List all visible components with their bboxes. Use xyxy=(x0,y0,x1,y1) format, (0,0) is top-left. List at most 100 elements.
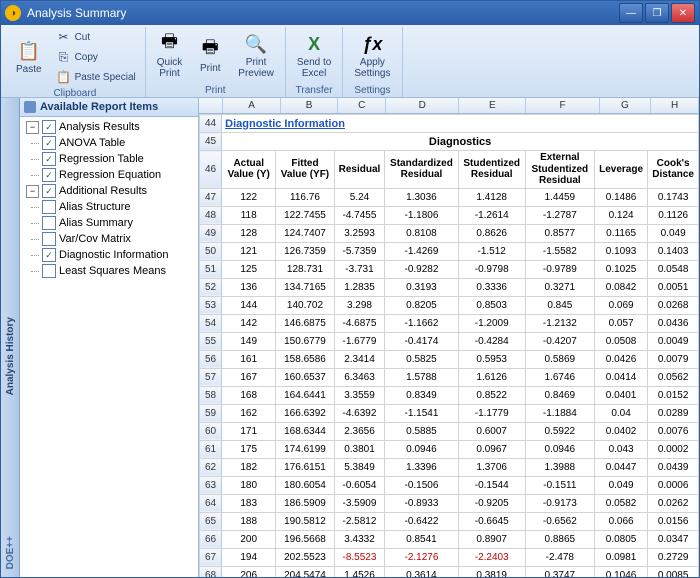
cell[interactable]: 2.3656 xyxy=(334,422,385,440)
print-button[interactable]: 🖶Print xyxy=(191,35,229,77)
cell[interactable]: Leverage xyxy=(594,151,647,189)
grid-body[interactable]: 44Diagnostic Information45Diagnostics46A… xyxy=(199,114,699,577)
checkbox[interactable]: ✓ xyxy=(42,120,56,134)
paste-special-button[interactable]: 📋Paste Special xyxy=(51,67,141,87)
cell[interactable]: 1.4459 xyxy=(525,188,594,206)
cell[interactable]: 3.2593 xyxy=(334,224,385,242)
cell[interactable]: 0.2729 xyxy=(648,548,699,566)
cell[interactable]: 0.5825 xyxy=(385,350,458,368)
row-header[interactable]: 51 xyxy=(200,260,222,278)
col-header[interactable]: B xyxy=(281,98,339,113)
cell[interactable]: 1.6126 xyxy=(458,368,525,386)
cell[interactable]: 0.0268 xyxy=(648,296,699,314)
cell[interactable]: 180.6054 xyxy=(276,476,334,494)
cell[interactable]: -1.5582 xyxy=(525,242,594,260)
col-header[interactable]: F xyxy=(526,98,599,113)
cell[interactable]: -1.1662 xyxy=(385,314,458,332)
cell[interactable]: 0.0085 xyxy=(648,566,699,577)
col-header[interactable]: A xyxy=(223,98,281,113)
cell[interactable]: 1.4128 xyxy=(458,188,525,206)
cell[interactable]: 171 xyxy=(222,422,276,440)
cell[interactable]: 0.0981 xyxy=(594,548,647,566)
checkbox[interactable] xyxy=(42,216,56,230)
cell[interactable]: -2.1276 xyxy=(385,548,458,566)
cell[interactable]: 164.6441 xyxy=(276,386,334,404)
cell[interactable]: 196.5668 xyxy=(276,530,334,548)
cell[interactable]: 1.3396 xyxy=(385,458,458,476)
cell[interactable]: 180 xyxy=(222,476,276,494)
row-header[interactable]: 52 xyxy=(200,278,222,296)
cell[interactable]: 0.0426 xyxy=(594,350,647,368)
cell[interactable]: 142 xyxy=(222,314,276,332)
cell[interactable]: 204.5474 xyxy=(276,566,334,577)
cell[interactable]: -0.4174 xyxy=(385,332,458,350)
checkbox[interactable]: ✓ xyxy=(42,152,56,166)
print-preview-button[interactable]: 🔍Print Preview xyxy=(231,29,281,82)
row-header[interactable]: 53 xyxy=(200,296,222,314)
cell[interactable]: -0.6562 xyxy=(525,512,594,530)
cell[interactable]: 134.7165 xyxy=(276,278,334,296)
cell[interactable]: 0.057 xyxy=(594,314,647,332)
cell[interactable]: 140.702 xyxy=(276,296,334,314)
cell[interactable]: 167 xyxy=(222,368,276,386)
cell[interactable]: 0.0842 xyxy=(594,278,647,296)
cell[interactable]: 0.3271 xyxy=(525,278,594,296)
cell[interactable]: 0.1025 xyxy=(594,260,647,278)
row-header[interactable]: 44 xyxy=(200,115,222,133)
cell[interactable]: 146.6875 xyxy=(276,314,334,332)
cell[interactable]: 0.8907 xyxy=(458,530,525,548)
row-header[interactable]: 63 xyxy=(200,476,222,494)
checkbox[interactable] xyxy=(42,264,56,278)
cell[interactable]: 126.7359 xyxy=(276,242,334,260)
cell[interactable]: 161 xyxy=(222,350,276,368)
tree-item[interactable]: ✓ANOVA Table xyxy=(22,135,196,151)
cell[interactable]: 1.4526 xyxy=(334,566,385,577)
cell[interactable]: 0.0582 xyxy=(594,494,647,512)
cell[interactable]: 121 xyxy=(222,242,276,260)
cell[interactable]: 0.1046 xyxy=(594,566,647,577)
analysis-history-tab[interactable]: Analysis History xyxy=(5,317,16,395)
cell[interactable]: 0.0562 xyxy=(648,368,699,386)
cell[interactable]: 0.0946 xyxy=(385,440,458,458)
checkbox[interactable]: ✓ xyxy=(42,168,56,182)
cell[interactable]: ActualValue (Y) xyxy=(222,151,276,189)
send-to-excel-button[interactable]: XSend to Excel xyxy=(290,29,338,82)
cell[interactable]: 0.0152 xyxy=(648,386,699,404)
cell[interactable]: -1.2614 xyxy=(458,206,525,224)
cell[interactable]: 150.6779 xyxy=(276,332,334,350)
cell[interactable]: 0.0402 xyxy=(594,422,647,440)
tree-item[interactable]: ✓Regression Table xyxy=(22,151,196,167)
cell[interactable]: 149 xyxy=(222,332,276,350)
cell[interactable]: 0.0401 xyxy=(594,386,647,404)
cell[interactable]: 2.3414 xyxy=(334,350,385,368)
cell[interactable]: 0.0002 xyxy=(648,440,699,458)
cell[interactable]: 136 xyxy=(222,278,276,296)
row-header[interactable]: 55 xyxy=(200,332,222,350)
cell[interactable]: 0.8522 xyxy=(458,386,525,404)
cell[interactable]: 0.8349 xyxy=(385,386,458,404)
cell[interactable]: 202.5523 xyxy=(276,548,334,566)
row-header[interactable]: 64 xyxy=(200,494,222,512)
cell[interactable]: -0.1544 xyxy=(458,476,525,494)
cell[interactable]: 0.8469 xyxy=(525,386,594,404)
cell[interactable]: 125 xyxy=(222,260,276,278)
checkbox[interactable] xyxy=(42,232,56,246)
cell[interactable]: 1.5788 xyxy=(385,368,458,386)
cell[interactable]: -4.7455 xyxy=(334,206,385,224)
cell[interactable]: 124.7407 xyxy=(276,224,334,242)
row-header[interactable]: 66 xyxy=(200,530,222,548)
cell[interactable]: 5.3849 xyxy=(334,458,385,476)
cell[interactable]: 0.0079 xyxy=(648,350,699,368)
cell[interactable]: 0.8541 xyxy=(385,530,458,548)
cell[interactable]: -0.4207 xyxy=(525,332,594,350)
cell[interactable]: 0.845 xyxy=(525,296,594,314)
cell[interactable]: 128 xyxy=(222,224,276,242)
cell[interactable]: 0.8503 xyxy=(458,296,525,314)
tree-item[interactable]: ✓Regression Equation xyxy=(22,167,196,183)
row-header[interactable]: 49 xyxy=(200,224,222,242)
cell[interactable]: -0.9205 xyxy=(458,494,525,512)
cell[interactable]: -2.2403 xyxy=(458,548,525,566)
row-header[interactable]: 57 xyxy=(200,368,222,386)
cell[interactable]: 3.3559 xyxy=(334,386,385,404)
row-header[interactable]: 59 xyxy=(200,404,222,422)
